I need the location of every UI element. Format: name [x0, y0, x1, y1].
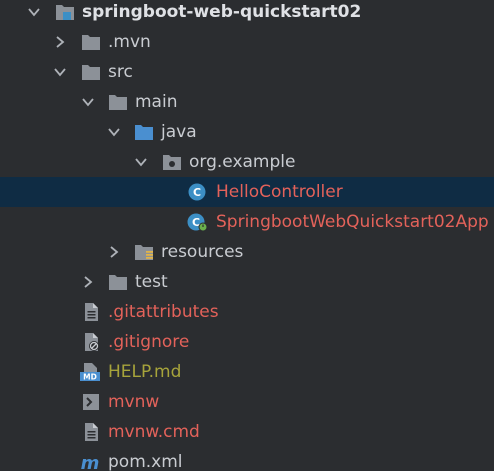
svg-text:MD: MD [83, 373, 97, 382]
gitignore-file-icon [85, 333, 99, 351]
chevron-down-icon[interactable] [106, 124, 122, 140]
folder-icon [109, 95, 127, 110]
chevron-down-icon[interactable] [26, 4, 42, 20]
folder-icon [109, 275, 127, 290]
tree-item-label: test [135, 272, 168, 292]
tree-item-label: .gitignore [108, 332, 190, 352]
maven-pom-icon: m [81, 453, 100, 471]
spring-app-class-icon: C [187, 213, 208, 232]
root-project-label: springboot-web-quickstart02 [82, 2, 362, 22]
chevron-right-icon[interactable] [80, 274, 96, 290]
tree-item-label: HelloController [216, 182, 343, 202]
tree-row-root[interactable]: springboot-web-quickstart02 [0, 0, 494, 27]
folder-icon [82, 65, 100, 80]
package-icon [163, 155, 181, 170]
tree-row-spring-app[interactable]: C SpringbootWebQuickstart02App [0, 207, 494, 237]
tree-item-label: SpringbootWebQuickstart02App [216, 212, 489, 232]
tree-item-label: src [108, 62, 133, 82]
folder-icon [82, 35, 100, 50]
file-icon [85, 423, 98, 441]
svg-text:m: m [81, 453, 100, 471]
resources-folder-icon [135, 245, 153, 260]
tree-item-label: mvnw.cmd [108, 422, 200, 442]
tree-row-gitignore[interactable]: .gitignore [0, 327, 494, 357]
tree-item-label: org.example [189, 152, 296, 172]
tree-row-org-example[interactable]: org.example [0, 147, 494, 177]
tree-row-help-md[interactable]: MD HELP.md [0, 357, 494, 387]
tree-row-hellocontroller[interactable]: C HelloController [0, 177, 494, 207]
tree-item-label: main [135, 92, 178, 112]
markdown-file-icon: MD [80, 363, 100, 382]
tree-item-label: mvnw [108, 392, 160, 412]
tree-item-label: resources [161, 242, 244, 262]
tree-row-test[interactable]: test [0, 267, 494, 297]
tree-row-main[interactable]: main [0, 87, 494, 117]
tree-row-src[interactable]: src [0, 57, 494, 87]
tree-item-label: .mvn [108, 32, 151, 52]
tree-row-mvnw-cmd[interactable]: mvnw.cmd [0, 417, 494, 447]
java-class-icon: C [188, 183, 206, 201]
tree-item-label: HELP.md [108, 362, 182, 382]
tree-row-resources[interactable]: resources [0, 237, 494, 267]
tree-row-mvn[interactable]: .mvn [0, 27, 494, 57]
tree-item-label: java [161, 122, 197, 142]
source-folder-icon [135, 125, 153, 140]
module-folder-icon [56, 5, 74, 20]
chevron-down-icon[interactable] [52, 64, 68, 80]
tree-row-java[interactable]: java [0, 117, 494, 147]
tree-item-label: pom.xml [108, 452, 183, 471]
shell-file-icon [83, 394, 99, 410]
project-tree: springboot-web-quickstart02 .mvn src mai… [0, 0, 494, 471]
chevron-down-icon[interactable] [80, 94, 96, 110]
tree-row-pom-xml[interactable]: m pom.xml [0, 447, 494, 471]
tree-item-label: .gitattributes [108, 302, 219, 322]
chevron-right-icon[interactable] [52, 34, 68, 50]
chevron-down-icon[interactable] [133, 154, 149, 170]
tree-row-mvnw[interactable]: mvnw [0, 387, 494, 417]
tree-row-gitattributes[interactable]: .gitattributes [0, 297, 494, 327]
svg-text:C: C [193, 186, 201, 199]
chevron-right-icon[interactable] [106, 244, 122, 260]
file-icon [85, 303, 98, 321]
